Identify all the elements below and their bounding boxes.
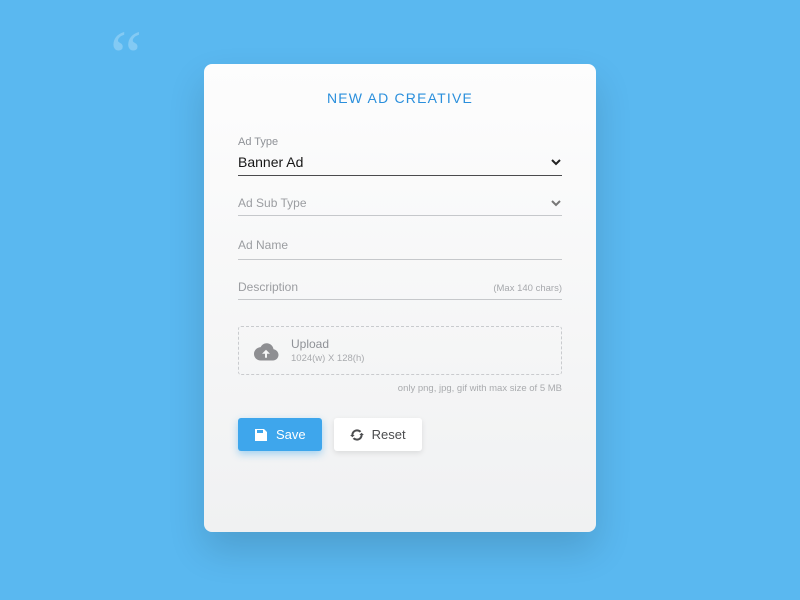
ad-creative-form-card: NEW AD CREATIVE Ad Type Banner Ad Ad Sub… [204,64,596,532]
upload-label: Upload [291,337,364,351]
description-input[interactable]: Description (Max 140 chars) [238,280,562,300]
button-row: Save Reset [238,418,562,451]
chevron-down-icon [550,156,562,168]
ad-sub-type-placeholder: Ad Sub Type [238,196,307,210]
upload-hint: only png, jpg, gif with max size of 5 MB [238,383,562,394]
field-upload: Upload 1024(w) X 128(h) only png, jpg, g… [238,326,562,394]
ad-type-value: Banner Ad [238,154,303,170]
description-placeholder: Description [238,280,298,294]
save-button[interactable]: Save [238,418,322,451]
field-ad-name [238,236,562,260]
description-hint: (Max 140 chars) [493,283,562,294]
reset-button[interactable]: Reset [334,418,422,451]
card-title: NEW AD CREATIVE [238,90,562,106]
ad-sub-type-select[interactable]: Ad Sub Type [238,196,562,216]
ad-name-input[interactable] [238,238,562,252]
ad-type-label: Ad Type [238,136,562,148]
save-label: Save [276,427,306,442]
chevron-down-icon [550,197,562,209]
cloud-upload-icon [253,340,279,362]
field-ad-sub-type: Ad Sub Type [238,196,562,216]
ad-type-select[interactable]: Banner Ad [238,154,562,176]
refresh-icon [350,428,364,442]
reset-label: Reset [372,427,406,442]
save-icon [254,428,268,442]
field-ad-type: Ad Type Banner Ad [238,136,562,176]
upload-dimensions: 1024(w) X 128(h) [291,353,364,364]
quote-decoration: “ [110,20,142,92]
field-description: Description (Max 140 chars) [238,280,562,300]
upload-dropzone[interactable]: Upload 1024(w) X 128(h) [238,326,562,375]
